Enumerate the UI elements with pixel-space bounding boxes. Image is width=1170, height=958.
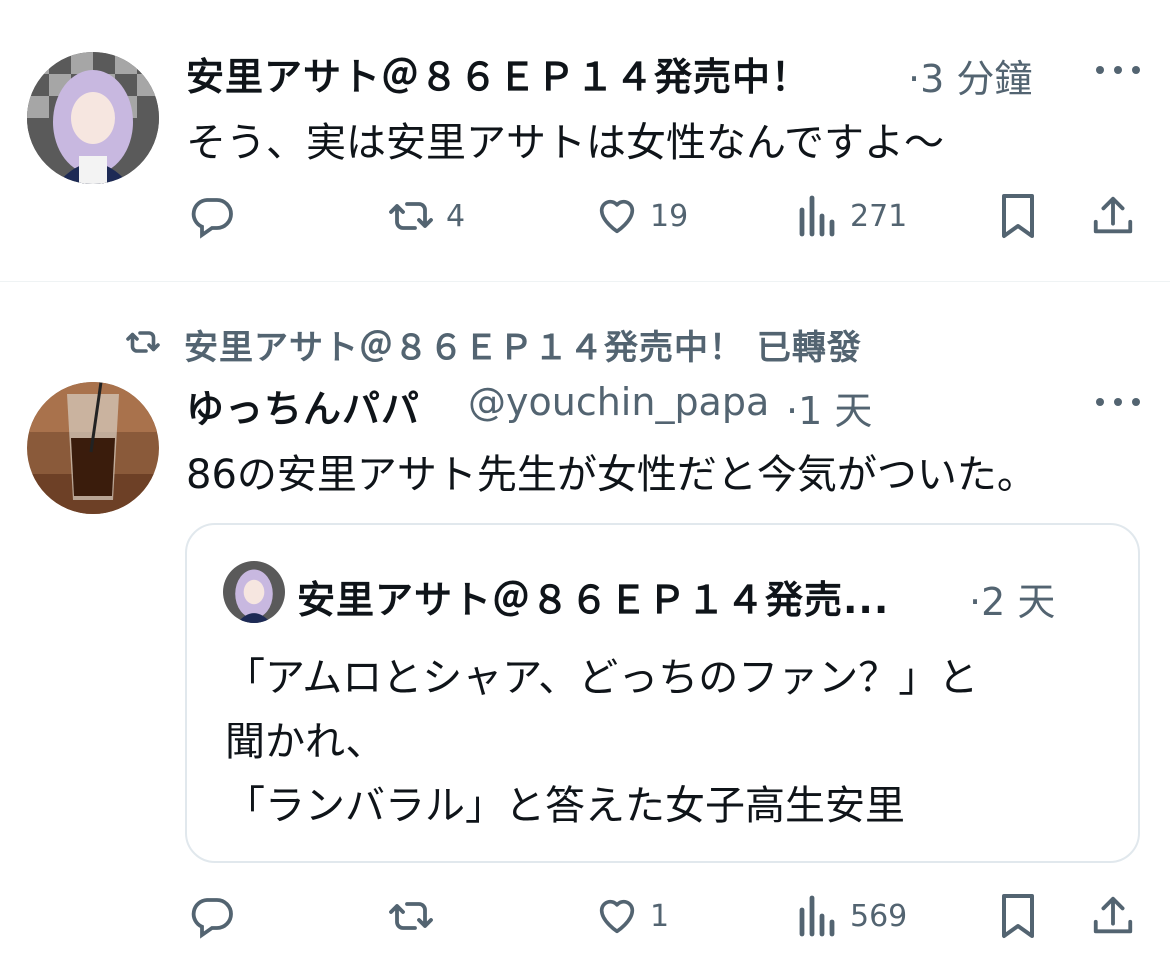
quote-author-name[interactable]: 安里アサト＠８６ＥＰ１４発売... xyxy=(297,569,889,624)
views-count: 569 xyxy=(850,898,908,934)
share-icon xyxy=(1093,896,1133,934)
more-options-icon[interactable] xyxy=(1096,396,1140,408)
retweet-count: 4 xyxy=(446,198,466,234)
tweet-time[interactable]: ·3 分鐘 xyxy=(908,48,1032,103)
retweeted-by-label[interactable]: 安里アサト＠８６ＥＰ１４発売中！ 已轉發 xyxy=(184,320,862,369)
quote-text-line: 聞かれ、 xyxy=(225,719,386,765)
like-count: 19 xyxy=(650,198,689,234)
like-button[interactable]: 19 xyxy=(594,192,688,240)
like-count: 1 xyxy=(650,898,670,934)
like-button[interactable]: 1 xyxy=(594,892,669,940)
quote-text-line: 「ランバラル」と答えた女子高生安里 xyxy=(225,783,905,829)
retweet-button[interactable]: 4 xyxy=(386,192,465,240)
retweet-icon xyxy=(389,902,433,930)
tweet-text: 86の安里アサト先生が女性だと今気がついた。 xyxy=(186,452,1037,498)
share-icon xyxy=(1093,196,1133,234)
reply-icon xyxy=(191,198,233,239)
tweet-text: そう、実は安里アサトは女性なんですよ～ xyxy=(186,120,944,166)
views-button[interactable]: 271 xyxy=(796,192,907,240)
tweet-1[interactable]: 安里アサト＠８６ＥＰ１４発売中！ ·3 分鐘 そう、実は安里アサトは女性なんです… xyxy=(0,0,1170,281)
quote-time[interactable]: ·2 天 xyxy=(969,571,1055,626)
quote-text-line: 「アムロとシャア、どっちのファン？」と xyxy=(225,655,979,701)
author-name[interactable]: 安里アサト＠８６ＥＰ１４発売中！ xyxy=(186,46,810,101)
views-button[interactable]: 569 xyxy=(796,892,907,940)
bookmark-button[interactable] xyxy=(998,892,1038,940)
author-handle[interactable]: @youchin_papa xyxy=(468,380,769,424)
views-chart-icon xyxy=(799,895,835,937)
bookmark-button[interactable] xyxy=(998,192,1038,240)
bookmark-icon xyxy=(1002,194,1034,238)
share-button[interactable] xyxy=(1090,192,1136,240)
author-name[interactable]: ゆっちんパパ xyxy=(186,378,420,433)
tweet-time[interactable]: ·1 天 xyxy=(786,380,872,435)
retweet-icon xyxy=(126,331,160,353)
reply-icon xyxy=(191,898,233,939)
retweet-icon xyxy=(389,202,433,230)
quoted-tweet[interactable]: 安里アサト＠８６ＥＰ１４発売... ·2 天 「アムロとシャア、どっちのファン？… xyxy=(185,523,1140,863)
bookmark-icon xyxy=(1002,894,1034,938)
heart-icon xyxy=(599,899,635,934)
retweet-button[interactable] xyxy=(386,892,436,940)
author-avatar[interactable] xyxy=(27,382,159,514)
share-button[interactable] xyxy=(1090,892,1136,940)
reply-button[interactable] xyxy=(188,192,236,240)
more-options-icon[interactable] xyxy=(1096,64,1140,76)
reply-button[interactable] xyxy=(188,892,236,940)
author-avatar[interactable] xyxy=(27,52,159,184)
views-chart-icon xyxy=(799,195,835,237)
quote-author-avatar[interactable] xyxy=(223,561,285,623)
heart-icon xyxy=(599,199,635,234)
views-count: 271 xyxy=(850,198,908,234)
